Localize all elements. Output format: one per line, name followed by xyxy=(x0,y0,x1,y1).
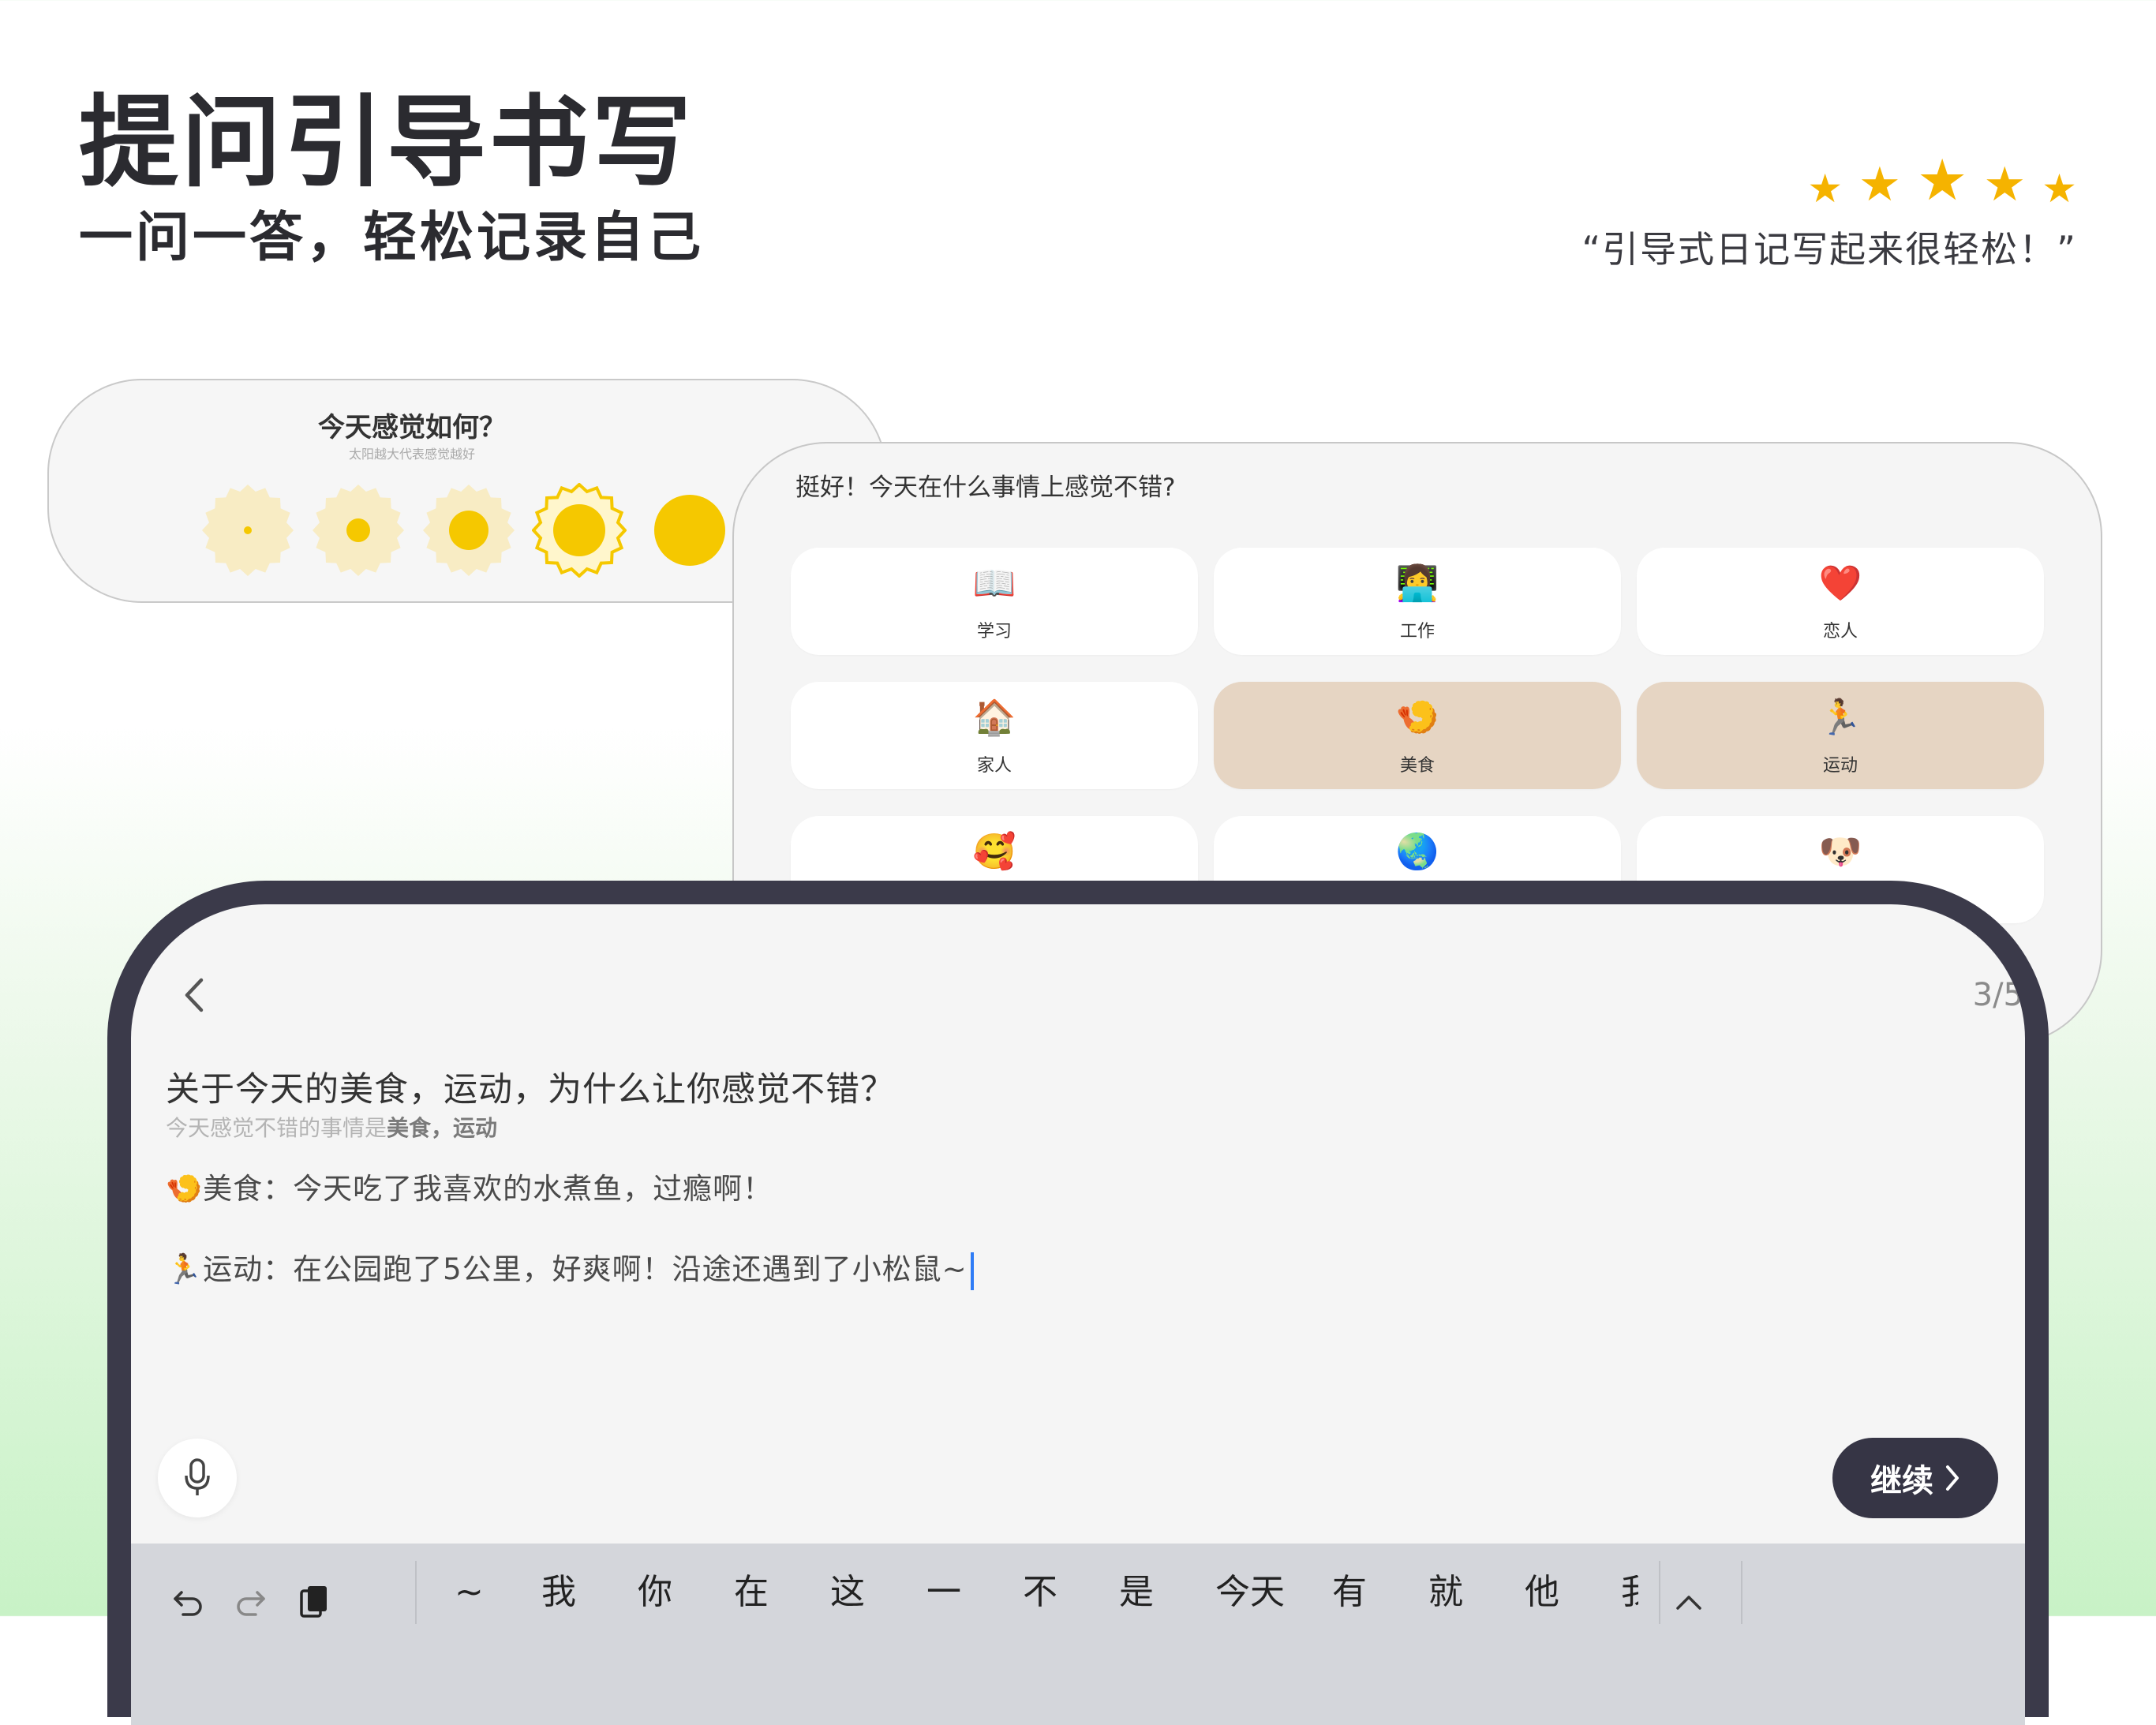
book-icon: 📖 xyxy=(972,563,1016,604)
category-item[interactable]: 🍤 美食 xyxy=(1214,682,1621,789)
house-icon: 🏠 xyxy=(972,698,1016,738)
category-item[interactable]: 🏃 运动 xyxy=(1637,682,2044,789)
technologist-icon: 👩‍💻 xyxy=(1395,563,1439,604)
star-icon: ★ xyxy=(1858,157,1901,212)
voice-input-button[interactable] xyxy=(158,1439,237,1517)
editor-question: 关于今天的美食，运动，为什么让你感觉不错？ xyxy=(166,1070,895,1109)
candidate-word[interactable]: 他 xyxy=(1525,1575,1559,1610)
chevron-left-icon xyxy=(185,978,204,1012)
chevron-right-icon xyxy=(1946,1465,1959,1491)
category-item[interactable]: 📖 学习 xyxy=(791,548,1198,655)
globe-icon: 🌏 xyxy=(1395,832,1439,872)
toolbar-divider xyxy=(1659,1561,1660,1624)
smiling-hearts-icon: 🥰 xyxy=(972,832,1016,872)
sun-option-2[interactable] xyxy=(311,483,406,578)
category-question: 挺好！今天在什么事情上感觉不错? xyxy=(795,473,1176,502)
candidate-word[interactable]: 是 xyxy=(1119,1575,1154,1610)
sun-option-4[interactable] xyxy=(531,482,627,578)
candidate-word[interactable]: 我 xyxy=(541,1575,576,1610)
feeling-subtitle: 太阳越大代表感觉越好 xyxy=(348,447,475,462)
candidate-word[interactable]: 就 xyxy=(1428,1575,1463,1610)
category-label: 家人 xyxy=(976,756,1012,776)
category-grid: 📖 学习 👩‍💻 工作 ❤️ 恋人 🏠 家人 🍤 美食 🏃 运动 🥰 🌏 🐶 xyxy=(791,548,2044,923)
star-icon: ★ xyxy=(1916,147,1968,213)
candidate-word[interactable]: 今天 xyxy=(1215,1575,1285,1610)
hero-title: 提问引导书写 xyxy=(79,84,694,200)
back-button[interactable] xyxy=(170,967,218,1023)
category-item[interactable]: ❤️ 恋人 xyxy=(1637,548,2044,655)
redo-button[interactable] xyxy=(227,1578,275,1626)
answer-line[interactable]: 🏃运动：在公园跑了5公里，好爽啊！沿途还遇到了小松鼠~ xyxy=(166,1245,974,1290)
continue-button[interactable]: 继续 xyxy=(1832,1438,1998,1518)
editor-hint: 今天感觉不错的事情是美食，运动 xyxy=(166,1111,497,1143)
feeling-title: 今天感觉如何？ xyxy=(318,412,506,443)
star-icon: ★ xyxy=(1983,157,2027,212)
candidate-word[interactable]: 我 xyxy=(1621,1575,1638,1610)
fried-shrimp-icon: 🍤 xyxy=(1395,698,1439,738)
microphone-icon xyxy=(185,1458,210,1495)
review-quote: “引导式日记写起来很轻松！” xyxy=(1581,228,2077,271)
text-cursor xyxy=(970,1252,974,1290)
page-indicator: 3/5 xyxy=(1972,977,2023,1013)
candidate-word[interactable]: 不 xyxy=(1023,1575,1057,1610)
continue-label: 继续 xyxy=(1870,1463,1933,1499)
keyboard-candidate-bar: ~ 我 你 在 这 一 不 是 今天 有 就 他 我 xyxy=(131,1544,2025,1725)
runner-icon: 🏃 xyxy=(166,1252,204,1286)
clipboard-icon xyxy=(300,1586,327,1618)
hint-tags: 美食，运动 xyxy=(387,1115,498,1141)
candidate-word[interactable]: 你 xyxy=(638,1575,672,1610)
category-label: 运动 xyxy=(1822,756,1858,776)
expand-candidates-button[interactable] xyxy=(1665,1578,1712,1626)
undo-icon xyxy=(174,1591,202,1616)
toolbar-divider xyxy=(415,1561,417,1624)
star-icon: ★ xyxy=(1807,166,1843,211)
fried-shrimp-icon: 🍤 xyxy=(166,1172,204,1206)
candidate-word[interactable]: 一 xyxy=(926,1575,961,1610)
answer-line[interactable]: 🍤美食：今天吃了我喜欢的水煮鱼，过瘾啊！ xyxy=(166,1165,773,1207)
answer-text: 美食：今天吃了我喜欢的水煮鱼，过瘾啊！ xyxy=(203,1172,773,1206)
category-label: 美食 xyxy=(1399,756,1435,776)
candidate-word[interactable]: 这 xyxy=(830,1575,865,1610)
candidate-word[interactable]: ~ xyxy=(455,1575,484,1610)
sun-option-1[interactable] xyxy=(200,483,295,578)
sun-option-5[interactable] xyxy=(642,483,737,578)
sun-option-3[interactable] xyxy=(421,483,516,578)
chevron-up-icon xyxy=(1676,1596,1701,1610)
rating-stars: ★ ★ ★ ★ ★ xyxy=(1807,152,2077,208)
category-label: 恋人 xyxy=(1822,622,1858,642)
dog-face-icon: 🐶 xyxy=(1818,832,1862,872)
hero-subtitle: 一问一答，轻松记录自己 xyxy=(79,207,705,269)
heart-icon: ❤️ xyxy=(1818,563,1862,604)
category-label: 学习 xyxy=(976,622,1012,642)
paste-button[interactable] xyxy=(290,1578,338,1626)
toolbar-divider xyxy=(1741,1561,1742,1624)
category-label: 工作 xyxy=(1399,622,1435,642)
hint-prefix: 今天感觉不错的事情是 xyxy=(166,1115,387,1141)
redo-icon xyxy=(237,1591,265,1616)
tablet-frame: 3/5 关于今天的美食，运动，为什么让你感觉不错？ 今天感觉不错的事情是美食，运… xyxy=(107,881,2049,1725)
star-icon: ★ xyxy=(2042,166,2077,211)
candidate-word[interactable]: 有 xyxy=(1332,1575,1367,1610)
runner-icon: 🏃 xyxy=(1818,698,1862,738)
answer-text: 运动：在公园跑了5公里，好爽啊！沿途还遇到了小松鼠~ xyxy=(203,1252,968,1286)
undo-button[interactable] xyxy=(164,1578,211,1626)
category-item[interactable]: 🏠 家人 xyxy=(791,682,1198,789)
candidate-word[interactable]: 在 xyxy=(734,1575,769,1610)
editor-screen: 3/5 关于今天的美食，运动，为什么让你感觉不错？ 今天感觉不错的事情是美食，运… xyxy=(131,904,2025,1725)
category-item[interactable]: 👩‍💻 工作 xyxy=(1214,548,1621,655)
